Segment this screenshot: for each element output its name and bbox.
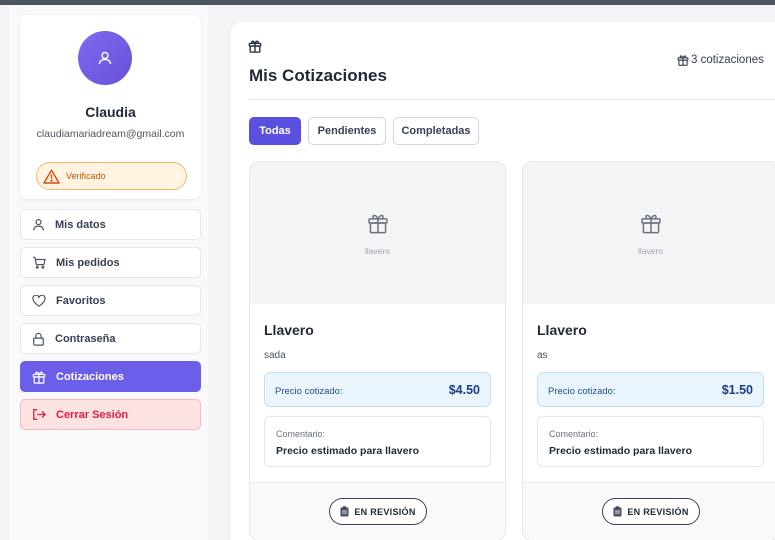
product-image-placeholder: llavero	[523, 162, 775, 304]
sidebar-item-label: Mis datos	[55, 218, 106, 231]
quote-card: llavero Llavero sada Precio cotizado: $4…	[249, 161, 506, 540]
profile-name: Claudia	[85, 104, 136, 120]
quote-title: Llavero	[264, 322, 314, 338]
logout-button[interactable]: Cerrar Sesión	[20, 399, 201, 430]
sidebar-item-label: Favoritos	[56, 294, 106, 307]
quoted-price-value: $1.50	[721, 383, 753, 397]
comment-text: Precio estimado para llavero	[549, 445, 692, 457]
quote-title: Llavero	[537, 322, 587, 338]
tab-todas[interactable]: Todas	[249, 117, 301, 145]
image-label: llavero	[637, 246, 664, 256]
sidebar-item-label: Contraseña	[55, 332, 116, 345]
sidebar-item-favoritos[interactable]: Favoritos	[20, 285, 201, 316]
quoted-price-label: Precio cotizado:	[275, 386, 343, 397]
quoted-price-value: $4.50	[448, 383, 480, 397]
product-image-placeholder: llavero	[250, 162, 505, 304]
page-title: Mis Cotizaciones	[249, 66, 387, 85]
card-footer: EN REVISIÓN	[250, 482, 505, 540]
verified-badge-label: Verificado	[66, 171, 106, 181]
gift-icon	[641, 214, 661, 234]
quoted-price-label: Precio cotizado:	[548, 386, 616, 397]
clipboard-icon	[613, 506, 622, 517]
verified-badge: Verificado	[36, 162, 187, 190]
sidebar-item-mis-pedidos[interactable]: Mis pedidos	[20, 247, 201, 278]
comment-label: Comentario:	[276, 429, 326, 439]
quote-count-label: 3 cotizaciones	[691, 54, 764, 66]
comment-text: Precio estimado para llavero	[276, 445, 419, 457]
cart-icon	[32, 256, 46, 269]
clipboard-icon	[340, 506, 349, 517]
heart-icon	[32, 294, 46, 307]
status-label: EN REVISIÓN	[354, 506, 416, 517]
gift-icon	[248, 40, 262, 53]
lock-icon	[33, 332, 44, 346]
quote-card: llavero Llavero as Precio cotizado: $1.5…	[522, 161, 775, 540]
sidebar-item-mis-datos[interactable]: Mis datos	[20, 209, 201, 240]
header-divider	[249, 99, 775, 100]
tab-completadas[interactable]: Completadas	[393, 117, 479, 145]
gift-icon	[368, 214, 388, 234]
tab-pendientes[interactable]: Pendientes	[308, 117, 386, 145]
status-badge[interactable]: EN REVISIÓN	[602, 498, 700, 525]
status-badge[interactable]: EN REVISIÓN	[329, 498, 427, 525]
sidebar-item-label: Cotizaciones	[56, 370, 124, 383]
avatar	[78, 31, 132, 85]
quoted-price-box: Precio cotizado: $4.50	[264, 372, 491, 407]
gift-icon	[677, 55, 689, 66]
sidebar-item-contrasena[interactable]: Contraseña	[20, 323, 201, 354]
comment-box: Comentario: Precio estimado para llavero	[537, 416, 764, 467]
quotes-panel: Mis Cotizaciones 3 cotizaciones Todas Pe…	[231, 22, 775, 540]
user-icon	[98, 51, 112, 65]
gift-icon	[32, 371, 46, 384]
image-label: llavero	[364, 246, 391, 256]
comment-label: Comentario:	[549, 429, 599, 439]
sidebar: Claudia claudiamariadream@gmail.com Veri…	[9, 5, 208, 540]
status-label: EN REVISIÓN	[627, 506, 689, 517]
quote-count: 3 cotizaciones	[677, 54, 764, 66]
comment-box: Comentario: Precio estimado para llavero	[264, 416, 491, 467]
profile-card: Claudia claudiamariadream@gmail.com Veri…	[20, 15, 201, 199]
sidebar-item-cotizaciones[interactable]: Cotizaciones	[20, 361, 201, 392]
logout-icon	[33, 409, 46, 420]
quoted-price-box: Precio cotizado: $1.50	[537, 372, 764, 407]
card-footer: EN REVISIÓN	[523, 482, 775, 540]
warning-icon	[43, 169, 60, 184]
user-icon	[33, 219, 44, 231]
quote-description: sada	[264, 350, 286, 361]
sidebar-item-label: Cerrar Sesión	[56, 408, 129, 421]
sidebar-item-label: Mis pedidos	[56, 256, 120, 269]
quote-description: as	[537, 350, 548, 361]
profile-email: claudiamariadream@gmail.com	[36, 128, 185, 140]
